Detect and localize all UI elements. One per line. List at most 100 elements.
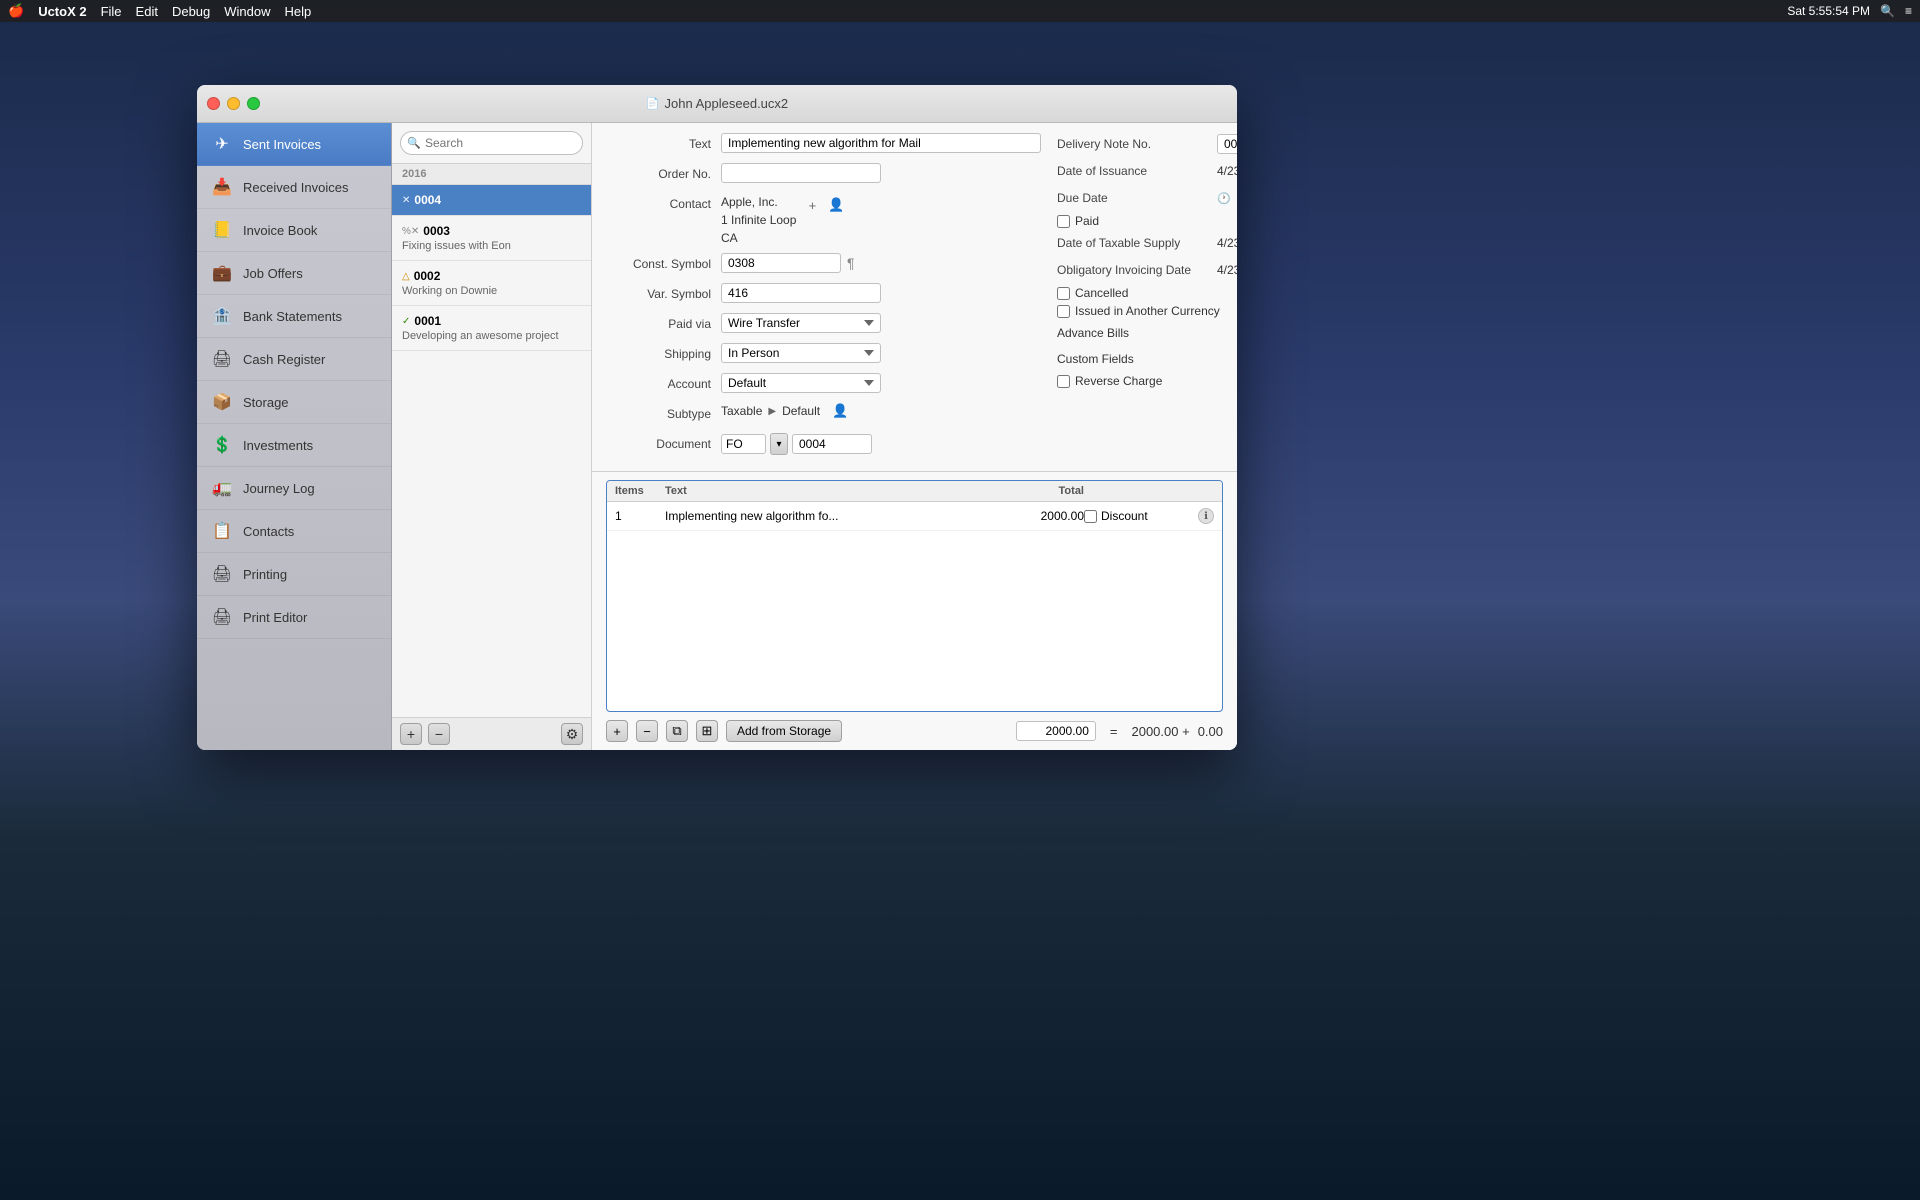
delivery-note-value [1217, 134, 1237, 154]
remove-invoice-button[interactable]: − [428, 723, 450, 745]
reverse-charge-label: Reverse Charge [1075, 374, 1162, 388]
add-item-button[interactable]: + [606, 720, 628, 742]
sidebar-label-received-invoices: Received Invoices [243, 180, 349, 195]
subtype-sub: Default [782, 404, 820, 418]
var-symbol-input[interactable] [721, 283, 881, 303]
subtype-person-icon[interactable]: 👤 [832, 403, 848, 419]
sidebar-item-received-invoices[interactable]: 📥 Received Invoices [197, 166, 391, 209]
due-date-row: Due Date 🕐 5/ 7/ 2016 ▲ ▼ [1057, 187, 1237, 209]
total-eq: = [1104, 724, 1124, 739]
invoice-form: Text Order No. [592, 123, 1237, 471]
document-row: Document ▾ [606, 433, 1041, 457]
contacts-icon: 📋 [211, 520, 233, 542]
add-from-storage-button[interactable]: Add from Storage [726, 720, 842, 742]
contact-state: CA [721, 229, 796, 247]
shipping-row: Shipping In Person Mail [606, 343, 1041, 367]
sidebar: ✈ Sent Invoices 📥 Received Invoices 📒 In… [197, 123, 392, 750]
cancelled-checkbox[interactable] [1057, 287, 1070, 300]
paid-checkbox[interactable] [1057, 215, 1070, 228]
reverse-charge-checkbox[interactable] [1057, 375, 1070, 388]
invoice-number: 0002 [414, 269, 441, 283]
menu-window[interactable]: Window [224, 4, 270, 19]
table-row[interactable]: 1 Implementing new algorithm fo... 2000.… [607, 502, 1222, 531]
sidebar-item-contacts[interactable]: 📋 Contacts [197, 510, 391, 553]
add-contact-button[interactable]: + [802, 195, 822, 215]
const-symbol-input[interactable] [721, 253, 841, 273]
apple-menu[interactable]: 🍎 [8, 3, 24, 19]
sidebar-item-printing[interactable]: 🖨 Printing [197, 553, 391, 596]
account-select[interactable]: Default [721, 373, 881, 393]
duplicate-item-button[interactable]: ⧉ [666, 720, 688, 742]
delivery-note-input[interactable] [1217, 134, 1237, 154]
document-prefix-input[interactable] [721, 434, 766, 454]
menu-edit[interactable]: Edit [136, 4, 158, 19]
reverse-charge-row: Reverse Charge [1057, 374, 1237, 388]
sidebar-item-bank-statements[interactable]: 🏦 Bank Statements [197, 295, 391, 338]
sidebar-label-investments: Investments [243, 438, 313, 453]
sidebar-item-sent-invoices[interactable]: ✈ Sent Invoices [197, 123, 391, 166]
subtype-value: Taxable ▶ Default 👤 [721, 403, 1041, 419]
invoice-item-0003[interactable]: %✕ 0003 Fixing issues with Eon [392, 216, 591, 261]
contact-address: 1 Infinite Loop [721, 211, 796, 229]
invoice-item-0002[interactable]: △ 0002 Working on Downie [392, 261, 591, 306]
order-no-row: Order No. [606, 163, 1041, 187]
search-bar: 🔍 [392, 123, 591, 164]
sent-invoices-icon: ✈ [211, 133, 233, 155]
minimize-button[interactable] [227, 97, 240, 110]
invoice-list-panel: 🔍 2016 ✕ 0004 %✕ 0003 Fixing issues with… [392, 123, 592, 750]
issued-currency-checkbox[interactable] [1057, 305, 1070, 318]
paid-via-row: Paid via Wire Transfer Cash Card [606, 313, 1041, 337]
sidebar-item-journey-log[interactable]: 🚛 Journey Log [197, 467, 391, 510]
order-no-input[interactable] [721, 163, 881, 183]
const-symbol-icon: ¶ [847, 255, 855, 271]
menu-icon[interactable]: ≡ [1905, 4, 1912, 18]
menu-help[interactable]: Help [285, 4, 312, 19]
date-taxable-value: 4/23/ 2016 ▲ ▼ [1217, 234, 1237, 252]
account-value: Default [721, 373, 1041, 393]
items-table-header: Items Text Total [607, 481, 1222, 502]
custom-fields-label: Custom Fields [1057, 352, 1237, 366]
invoice-item-0001[interactable]: ✓ 0001 Developing an awesome project [392, 306, 591, 351]
date-issuance-label: Date of Issuance [1057, 164, 1217, 178]
add-invoice-button[interactable]: + [400, 723, 422, 745]
subtype-arrow-icon: ▶ [768, 406, 776, 417]
sidebar-item-cash-register[interactable]: 🖨 Cash Register [197, 338, 391, 381]
sidebar-item-storage[interactable]: 📦 Storage [197, 381, 391, 424]
sidebar-item-job-offers[interactable]: 💼 Job Offers [197, 252, 391, 295]
maximize-button[interactable] [247, 97, 260, 110]
invoice-item-0004[interactable]: ✕ 0004 [392, 185, 591, 216]
delivery-note-row: Delivery Note No. [1057, 133, 1237, 155]
status-x-icon: ✕ [402, 195, 410, 206]
remove-item-button[interactable]: − [636, 720, 658, 742]
document-number-input[interactable] [792, 434, 872, 454]
cash-register-icon: 🖨 [211, 348, 233, 370]
delivery-note-label: Delivery Note No. [1057, 137, 1217, 151]
issued-currency-label: Issued in Another Currency [1075, 304, 1220, 318]
paid-via-select[interactable]: Wire Transfer Cash Card [721, 313, 881, 333]
close-button[interactable] [207, 97, 220, 110]
item-info-button[interactable]: ℹ [1198, 508, 1214, 524]
discount-checkbox[interactable] [1084, 510, 1097, 523]
advance-bills-row: Advance Bills 🖇 [1057, 322, 1237, 344]
menu-debug[interactable]: Debug [172, 4, 210, 19]
search-menubar-icon[interactable]: 🔍 [1880, 4, 1895, 18]
text-input[interactable] [721, 133, 1041, 153]
menu-file[interactable]: File [101, 4, 122, 19]
total-input[interactable] [1016, 721, 1096, 741]
item-number: 1 [615, 509, 665, 523]
settings-button[interactable]: ⚙ [561, 723, 583, 745]
date-issuance-value: 4/23/ 2016 ▲ ▼ [1217, 162, 1237, 180]
sidebar-item-invoice-book[interactable]: 📒 Invoice Book [197, 209, 391, 252]
app-name[interactable]: UctoX 2 [38, 4, 86, 19]
sidebar-item-investments[interactable]: 💲 Investments [197, 424, 391, 467]
items-bottom-bar: + − ⧉ ⊞ Add from Storage = 2000.00 + 0.0… [606, 720, 1223, 742]
contact-person-button[interactable]: 👤 [826, 195, 846, 215]
sidebar-item-print-editor[interactable]: 🖨 Print Editor [197, 596, 391, 639]
invoice-number: 0004 [414, 193, 441, 207]
sidebar-label-printing: Printing [243, 567, 287, 582]
grid-item-button[interactable]: ⊞ [696, 720, 718, 742]
shipping-select[interactable]: In Person Mail [721, 343, 881, 363]
document-dropdown-button[interactable]: ▾ [770, 433, 788, 455]
search-input[interactable] [400, 131, 583, 155]
due-date-clock-icon: 🕐 [1217, 192, 1231, 205]
